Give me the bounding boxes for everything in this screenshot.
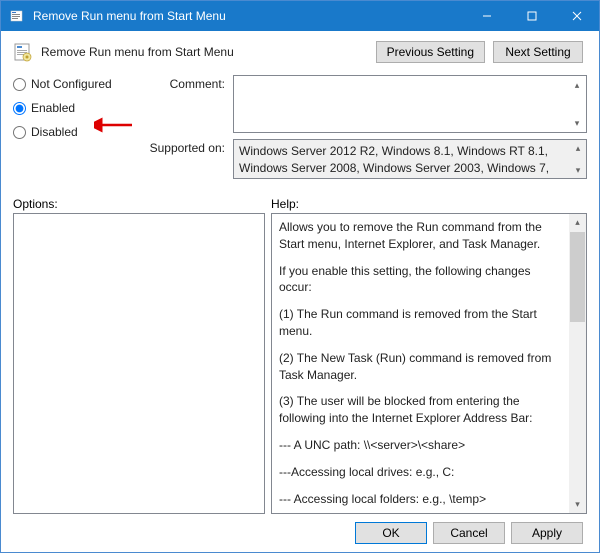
radio-not-configured-input[interactable] <box>13 78 26 91</box>
content-area: Remove Run menu from Start Menu Previous… <box>1 31 599 552</box>
close-button[interactable] <box>554 1 599 31</box>
policy-icon <box>13 42 33 62</box>
state-radios: Not Configured Enabled Disabled <box>13 75 123 185</box>
radio-disabled-label: Disabled <box>31 125 78 139</box>
scroll-down-icon[interactable]: ▾ <box>571 163 585 177</box>
options-pane <box>13 213 265 514</box>
panes-row: Allows you to remove the Run command fro… <box>13 213 587 514</box>
field-column: Comment: ▴ ▾ Supported on: Windows Serve… <box>135 75 587 185</box>
help-p7: ---Accessing local drives: e.g., C: <box>279 464 562 481</box>
radio-enabled-label: Enabled <box>31 101 75 115</box>
scroll-up-icon[interactable]: ▴ <box>571 141 585 155</box>
help-p4: (2) The New Task (Run) command is remove… <box>279 350 562 384</box>
supported-scrollbar[interactable]: ▴ ▾ <box>571 141 585 177</box>
radio-enabled-input[interactable] <box>13 102 26 115</box>
scroll-up-icon[interactable]: ▴ <box>570 78 584 92</box>
radio-not-configured[interactable]: Not Configured <box>13 77 123 91</box>
comment-scrollbar[interactable]: ▴ ▾ <box>570 78 584 130</box>
supported-on-text: Windows Server 2012 R2, Windows 8.1, Win… <box>233 139 587 179</box>
scroll-down-icon[interactable]: ▾ <box>570 116 584 130</box>
help-p3: (1) The Run command is removed from the … <box>279 306 562 340</box>
help-p8: --- Accessing local folders: e.g., \temp… <box>279 491 562 508</box>
options-label: Options: <box>13 197 271 211</box>
policy-name: Remove Run menu from Start Menu <box>41 45 368 59</box>
help-label: Help: <box>271 197 587 211</box>
titlebar: Remove Run menu from Start Menu <box>1 1 599 31</box>
nav-buttons: Previous Setting Next Setting <box>376 41 583 63</box>
dialog-footer: OK Cancel Apply <box>13 514 587 546</box>
radio-enabled[interactable]: Enabled <box>13 101 123 115</box>
help-pane: Allows you to remove the Run command fro… <box>271 213 587 514</box>
scrollbar-track[interactable] <box>569 323 586 496</box>
next-setting-button[interactable]: Next Setting <box>493 41 583 63</box>
scrollbar-thumb[interactable] <box>570 232 585 322</box>
ok-button[interactable]: OK <box>355 522 427 544</box>
comment-textarea[interactable]: ▴ ▾ <box>233 75 587 133</box>
scroll-up-icon[interactable]: ▴ <box>569 214 586 231</box>
supported-value: Windows Server 2012 R2, Windows 8.1, Win… <box>239 144 549 179</box>
help-text: Allows you to remove the Run command fro… <box>272 214 569 513</box>
app-icon <box>9 8 25 24</box>
header-row: Remove Run menu from Start Menu Previous… <box>13 41 587 63</box>
supported-label: Supported on: <box>135 139 225 179</box>
scroll-down-icon[interactable]: ▾ <box>569 496 586 513</box>
comment-label: Comment: <box>135 75 225 133</box>
pane-labels: Options: Help: <box>13 197 587 211</box>
cancel-button[interactable]: Cancel <box>433 522 505 544</box>
help-p6: --- A UNC path: \\<server>\<share> <box>279 437 562 454</box>
help-scrollbar[interactable]: ▴ ▾ <box>569 214 586 513</box>
radio-disabled[interactable]: Disabled <box>13 125 123 139</box>
supported-row: Supported on: Windows Server 2012 R2, Wi… <box>135 139 587 179</box>
previous-setting-button[interactable]: Previous Setting <box>376 41 485 63</box>
apply-button[interactable]: Apply <box>511 522 583 544</box>
maximize-button[interactable] <box>509 1 554 31</box>
help-p5: (3) The user will be blocked from enteri… <box>279 393 562 427</box>
radio-disabled-input[interactable] <box>13 126 26 139</box>
help-p1: Allows you to remove the Run command fro… <box>279 219 562 253</box>
window-title: Remove Run menu from Start Menu <box>33 9 464 23</box>
radio-not-configured-label: Not Configured <box>31 77 112 91</box>
comment-row: Comment: ▴ ▾ <box>135 75 587 133</box>
window-controls <box>464 1 599 31</box>
help-p2: If you enable this setting, the followin… <box>279 263 562 297</box>
config-row: Not Configured Enabled Disabled Comment:… <box>13 75 587 185</box>
minimize-button[interactable] <box>464 1 509 31</box>
